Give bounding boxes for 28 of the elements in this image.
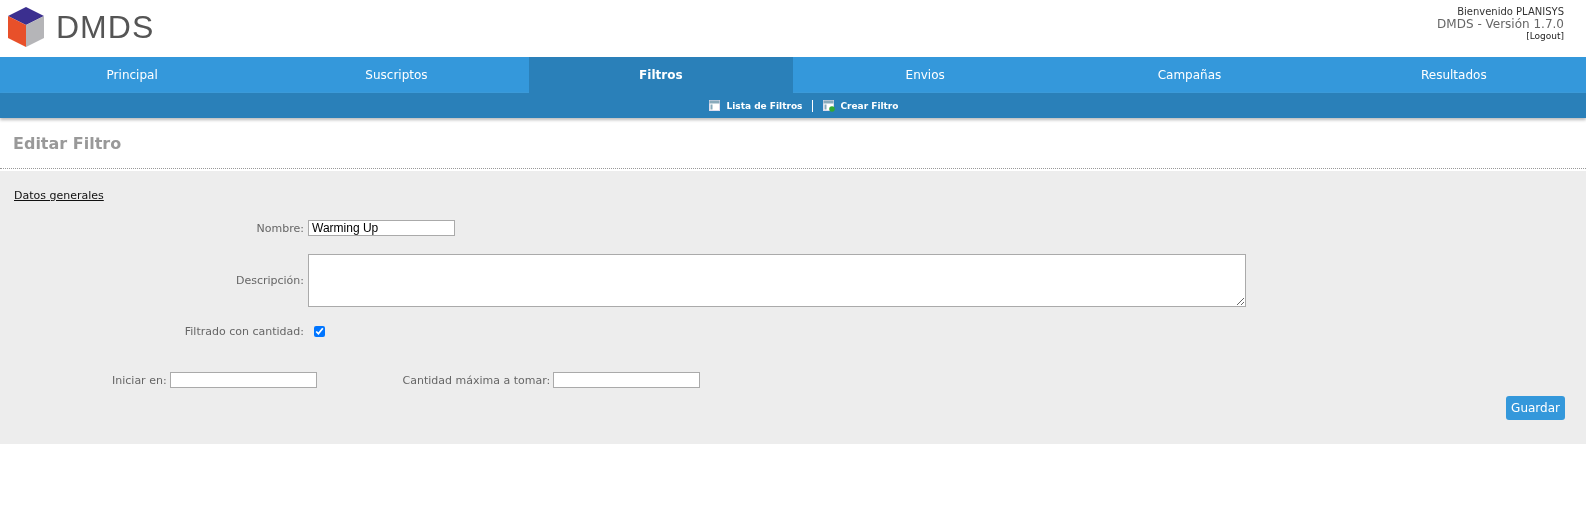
version-text: DMDS - Versión 1.7.0 bbox=[1437, 17, 1564, 31]
description-textarea[interactable] bbox=[308, 254, 1246, 307]
nav-tab[interactable]: Campañas bbox=[1057, 57, 1322, 93]
table-icon bbox=[709, 99, 722, 112]
field-label: Iniciar en: bbox=[112, 373, 167, 387]
quantity-checkbox[interactable] bbox=[314, 326, 325, 337]
nav-tab[interactable]: Resultados bbox=[1321, 57, 1586, 93]
save-button[interactable]: Guardar bbox=[1506, 396, 1565, 420]
start-input[interactable] bbox=[169, 372, 317, 388]
name-input[interactable]: Warming Up bbox=[308, 220, 455, 236]
nav-tab[interactable]: Principal bbox=[0, 57, 265, 93]
logout-link[interactable]: [Logout] bbox=[1526, 31, 1564, 41]
logo-text: DMDS bbox=[56, 8, 155, 46]
subnav-link[interactable]: Lista de Filtros bbox=[709, 99, 803, 112]
max-quantity-input[interactable] bbox=[553, 372, 701, 388]
section-title: Datos generales bbox=[14, 189, 104, 202]
page-title: Editar Filtro bbox=[13, 133, 122, 153]
nav-tab[interactable]: Envios bbox=[793, 57, 1058, 93]
subnav-link[interactable]: Crear Filtro bbox=[823, 99, 899, 112]
field-label: Filtrado con cantidad: bbox=[183, 325, 304, 338]
add-table-icon bbox=[823, 99, 836, 112]
field-label: Nombre: bbox=[255, 221, 304, 235]
field-label: Descripción: bbox=[234, 274, 304, 287]
logo-cube-icon bbox=[6, 5, 46, 49]
nav-tab[interactable]: Filtros bbox=[528, 57, 793, 93]
welcome-text: Bienvenido PLANISYS bbox=[1457, 6, 1564, 17]
nav-tab[interactable]: Suscriptos bbox=[264, 57, 529, 93]
field-label: Cantidad máxima a tomar: bbox=[402, 373, 551, 387]
